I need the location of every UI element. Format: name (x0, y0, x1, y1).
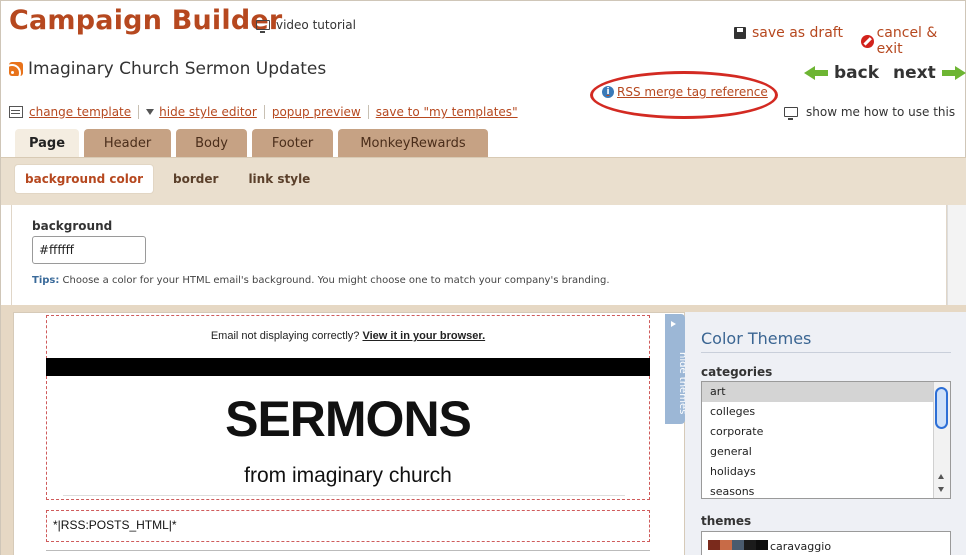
change-template-link[interactable]: change template (29, 105, 131, 119)
view-in-browser-link[interactable]: View it in your browser. (362, 330, 485, 342)
popup-preview-link[interactable]: popup preview (272, 105, 361, 119)
tab-page[interactable]: Page (15, 129, 79, 157)
editor-tabs: Page Header Body Footer MonkeyRewards (15, 129, 488, 157)
background-color-input[interactable]: #ffffff (32, 236, 146, 264)
save-to-my-templates-link[interactable]: save to "my templates" (376, 105, 518, 119)
video-tutorial-link[interactable]: video tutorial (256, 18, 356, 33)
next-label: next (893, 63, 936, 83)
back-button[interactable]: back (804, 63, 879, 83)
divider (367, 105, 369, 119)
preview-subheading: from imaginary church (244, 464, 452, 487)
scroll-up-icon[interactable] (938, 474, 944, 479)
preview-heading: SERMONS (225, 391, 472, 447)
editor-toolbar: change template hide style editor popup … (9, 105, 518, 119)
back-label: back (834, 63, 880, 83)
categories-label: categories (701, 365, 773, 379)
cancel-exit-label: cancel & exit (876, 25, 938, 57)
arrow-left-icon (804, 66, 828, 80)
monitor-icon (256, 20, 270, 33)
divider (138, 105, 140, 119)
editor-scrollbar[interactable] (947, 205, 966, 305)
cancel-exit-button[interactable]: cancel & exit (861, 25, 965, 57)
tips-text: Tips: Choose a color for your HTML email… (32, 275, 610, 286)
category-item-holidays[interactable]: holidays (702, 462, 950, 482)
tab-body[interactable]: Body (176, 129, 247, 157)
subtab-link-style[interactable]: link style (238, 165, 320, 193)
background-label: background (32, 219, 113, 233)
hide-style-editor-link[interactable]: hide style editor (159, 105, 257, 119)
themes-label: themes (701, 514, 752, 528)
category-item-corporate[interactable]: corporate (702, 422, 950, 442)
save-as-draft-button[interactable]: save as draft (734, 25, 843, 41)
subtab-background-color[interactable]: background color (15, 165, 154, 193)
arrow-right-icon (671, 321, 676, 327)
swatch (744, 540, 756, 550)
rss-icon (9, 62, 23, 76)
theme-name[interactable]: caravaggio (770, 540, 831, 553)
template-icon (9, 106, 23, 118)
category-item-art[interactable]: art (702, 382, 950, 402)
category-item-general[interactable]: general (702, 442, 950, 462)
rss-merge-tag: *|RSS:POSTS_HTML|* (53, 518, 177, 532)
show-me-link[interactable]: show me how to use this (784, 105, 956, 120)
campaign-name-text: Imaginary Church Sermon Updates (28, 59, 327, 79)
style-subtabs: background color border link style (15, 165, 320, 193)
cancel-icon (861, 34, 874, 48)
divider (46, 550, 650, 551)
tips-body: Choose a color for your HTML email's bac… (59, 275, 610, 286)
color-themes-title: Color Themes (701, 329, 812, 348)
category-item-seasons[interactable]: seasons (702, 482, 950, 498)
theme-swatches[interactable] (708, 540, 768, 550)
swatch (720, 540, 732, 550)
scroll-down-icon[interactable] (938, 487, 944, 492)
tab-monkeyrewards[interactable]: MonkeyRewards (338, 129, 488, 157)
divider (63, 495, 625, 496)
swatch (732, 540, 744, 550)
tips-label: Tips: (32, 275, 60, 286)
floppy-disk-icon (734, 27, 746, 39)
preheader-text: Email not displaying correctly? View it … (46, 330, 650, 342)
save-as-draft-label: save as draft (752, 25, 843, 41)
swatch (756, 540, 768, 550)
subtab-border[interactable]: border (163, 165, 228, 193)
divider (263, 105, 265, 119)
swatch (708, 540, 720, 550)
divider (701, 352, 951, 353)
campaign-name: Imaginary Church Sermon Updates (9, 59, 326, 79)
arrow-right-icon (941, 66, 966, 80)
next-button[interactable]: next (893, 63, 966, 83)
categories-list[interactable]: art colleges corporate general holidays … (701, 381, 951, 499)
category-item-colleges[interactable]: colleges (702, 402, 950, 422)
email-notice: Email not displaying correctly? (210, 330, 363, 342)
monitor-icon (784, 107, 798, 120)
style-editor-panel (11, 205, 947, 305)
scrollbar-thumb[interactable] (935, 387, 948, 429)
highlight-oval (590, 71, 778, 119)
tab-footer[interactable]: Footer (252, 129, 333, 157)
page-title: Campaign Builder (9, 5, 283, 36)
header-bar (46, 358, 650, 376)
tab-header[interactable]: Header (84, 129, 171, 157)
video-tutorial-label: video tutorial (276, 18, 356, 32)
triangle-down-icon (146, 109, 155, 115)
show-me-label: show me how to use this (806, 105, 956, 119)
